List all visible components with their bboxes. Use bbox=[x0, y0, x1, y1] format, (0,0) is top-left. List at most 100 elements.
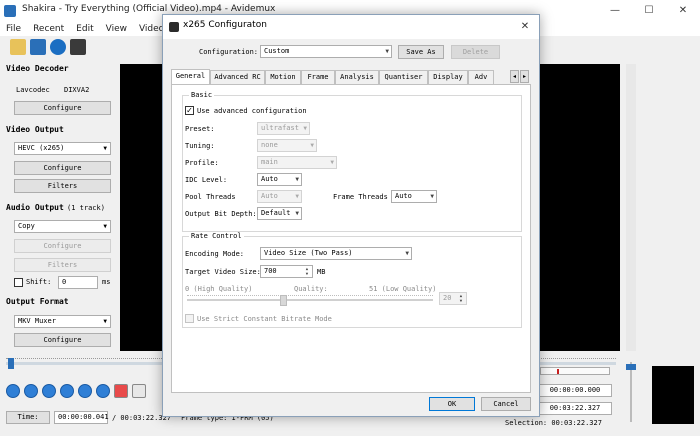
volume-slider[interactable] bbox=[626, 362, 636, 422]
menu-file[interactable]: File bbox=[0, 22, 27, 36]
video-decoder-heading: Video Decoder bbox=[6, 64, 69, 73]
decoder-configure-button[interactable]: Configure bbox=[14, 101, 111, 115]
menu-view[interactable]: View bbox=[100, 22, 133, 36]
idc-level-select[interactable]: Auto ▼ bbox=[257, 173, 302, 186]
output-bit-depth-value: Default bbox=[261, 209, 291, 217]
transport-controls bbox=[6, 384, 146, 398]
frame-threads-select[interactable]: Auto ▼ bbox=[391, 190, 437, 203]
current-time-input[interactable]: 00:00:00.041 bbox=[54, 411, 109, 424]
target-video-size-input[interactable]: 700 ▲ ▼ bbox=[260, 265, 313, 278]
tab-analysis[interactable]: Analysis bbox=[335, 70, 379, 84]
dialog-close-button[interactable]: ✕ bbox=[515, 17, 535, 37]
quality-low-end-label: 0 (High Quality) bbox=[185, 285, 253, 293]
next-keyframe-icon[interactable] bbox=[96, 384, 110, 398]
shift-value: 0 bbox=[62, 278, 67, 286]
quality-slider-track[interactable] bbox=[187, 299, 433, 301]
pool-threads-select[interactable]: Auto ▼ bbox=[257, 190, 302, 203]
muxer-select[interactable]: MKV Muxer ▼ bbox=[14, 315, 111, 328]
output-bit-depth-label: Output Bit Depth: bbox=[185, 210, 257, 218]
shift-checkbox[interactable] bbox=[14, 278, 23, 287]
rate-control-group-title: Rate Control bbox=[189, 232, 244, 240]
menu-recent[interactable]: Recent bbox=[27, 22, 70, 36]
output-bit-depth-select[interactable]: Default ▼ bbox=[257, 207, 302, 220]
vertical-scrollbar[interactable] bbox=[626, 64, 636, 351]
film-strip-icon[interactable] bbox=[70, 39, 86, 55]
rewind-icon[interactable] bbox=[24, 384, 38, 398]
tab-advanced[interactable]: Adv bbox=[468, 70, 494, 84]
tab-motion[interactable]: Motion bbox=[265, 70, 301, 84]
muxer-value: MKV Muxer bbox=[18, 317, 56, 325]
quality-high-end-label: 51 (Low Quality) bbox=[369, 285, 437, 293]
quality-label: Quality: bbox=[294, 285, 328, 293]
timeline-thumb[interactable] bbox=[8, 358, 14, 369]
spin-arrows-icon[interactable]: ▲ ▼ bbox=[303, 266, 311, 276]
dialog-title: x265 Configuraton bbox=[183, 20, 267, 30]
strict-cbr-checkbox[interactable] bbox=[185, 314, 194, 323]
set-marker-b-icon[interactable] bbox=[132, 384, 146, 398]
main-window-title: Shakira - Try Everything (Official Video… bbox=[22, 4, 276, 14]
encoding-mode-value: Video Size (Two Pass) bbox=[264, 249, 353, 257]
configuration-value: Custom bbox=[264, 47, 290, 55]
cancel-button[interactable]: Cancel bbox=[481, 397, 531, 411]
previous-keyframe-icon[interactable] bbox=[78, 384, 92, 398]
chevron-down-icon: ▼ bbox=[405, 250, 409, 257]
marker-b-time[interactable]: 00:03:22.327 bbox=[538, 402, 612, 415]
chevron-down-icon: ▼ bbox=[295, 193, 299, 200]
marker-a-time[interactable]: 00:00:00.000 bbox=[538, 384, 612, 397]
quality-slider-thumb[interactable] bbox=[280, 295, 288, 306]
muxer-configure-button[interactable]: Configure bbox=[14, 333, 111, 347]
minimize-button[interactable]: — bbox=[598, 0, 632, 22]
shift-unit: ms bbox=[102, 278, 111, 286]
tab-display[interactable]: Display bbox=[428, 70, 468, 84]
tab-quantiser[interactable]: Quantiser bbox=[379, 70, 428, 84]
next-frame-icon[interactable] bbox=[60, 384, 74, 398]
video-codec-select[interactable]: HEVC (x265) ▼ bbox=[14, 142, 111, 155]
preset-select[interactable]: ultrafast ▼ bbox=[257, 122, 310, 135]
save-as-button[interactable]: Save As bbox=[398, 45, 444, 59]
frame-threads-label: Frame Threads bbox=[333, 193, 388, 201]
chevron-down-icon: ▼ bbox=[310, 142, 314, 149]
chevron-down-icon: ▼ bbox=[103, 145, 107, 152]
volume-thumb[interactable] bbox=[626, 364, 636, 370]
video-filters-button[interactable]: Filters bbox=[14, 179, 111, 193]
encoding-mode-select[interactable]: Video Size (Two Pass) ▼ bbox=[260, 247, 412, 260]
chevron-down-icon: ▼ bbox=[430, 193, 434, 200]
set-marker-a-icon[interactable] bbox=[114, 384, 128, 398]
tab-advanced-rc[interactable]: Advanced RC bbox=[210, 70, 265, 84]
previous-frame-icon[interactable] bbox=[42, 384, 56, 398]
play-icon[interactable] bbox=[6, 384, 20, 398]
x265-config-dialog: x265 Configuraton ✕ Configuration: Custo… bbox=[162, 14, 540, 417]
save-disk-icon[interactable] bbox=[30, 39, 46, 55]
spin-arrows-icon[interactable]: ▲ ▼ bbox=[457, 293, 465, 303]
audio-configure-button[interactable]: Configure bbox=[14, 239, 111, 253]
basic-group-title: Basic bbox=[189, 91, 215, 99]
profile-value: main bbox=[261, 158, 278, 166]
menu-edit[interactable]: Edit bbox=[70, 22, 99, 36]
quality-value-input[interactable]: 20 ▲ ▼ bbox=[439, 292, 467, 305]
profile-select[interactable]: main ▼ bbox=[257, 156, 337, 169]
quality-slider-ticks bbox=[187, 295, 433, 298]
tab-frame[interactable]: Frame bbox=[301, 70, 335, 84]
maximize-button[interactable]: ☐ bbox=[632, 0, 666, 22]
quality-value: 20 bbox=[443, 294, 452, 302]
tab-general[interactable]: General bbox=[171, 69, 210, 84]
selection-value: 00:03:22.327 bbox=[551, 419, 602, 427]
ok-button[interactable]: OK bbox=[429, 397, 475, 411]
close-window-button[interactable]: ✕ bbox=[666, 0, 700, 22]
tab-scroll-left-button[interactable]: ◂ bbox=[510, 70, 519, 83]
audio-codec-select[interactable]: Copy ▼ bbox=[14, 220, 111, 233]
volume-track bbox=[630, 362, 632, 422]
audio-filters-button[interactable]: Filters bbox=[14, 258, 111, 272]
configuration-select[interactable]: Custom ▼ bbox=[260, 45, 392, 58]
video-configure-button[interactable]: Configure bbox=[14, 161, 111, 175]
tab-scroll-right-button[interactable]: ▸ bbox=[520, 70, 529, 83]
time-label[interactable]: Time: bbox=[6, 411, 50, 424]
dialog-title-bar: x265 Configuraton ✕ bbox=[163, 15, 539, 39]
use-advanced-label: Use advanced configuration bbox=[197, 107, 307, 115]
info-icon[interactable] bbox=[50, 39, 66, 55]
shift-input[interactable]: 0 bbox=[58, 276, 98, 289]
use-advanced-checkbox[interactable]: ✓ bbox=[185, 106, 194, 115]
tuning-select[interactable]: none ▼ bbox=[257, 139, 317, 152]
delete-button[interactable]: Delete bbox=[451, 45, 500, 59]
open-folder-icon[interactable] bbox=[10, 39, 26, 55]
